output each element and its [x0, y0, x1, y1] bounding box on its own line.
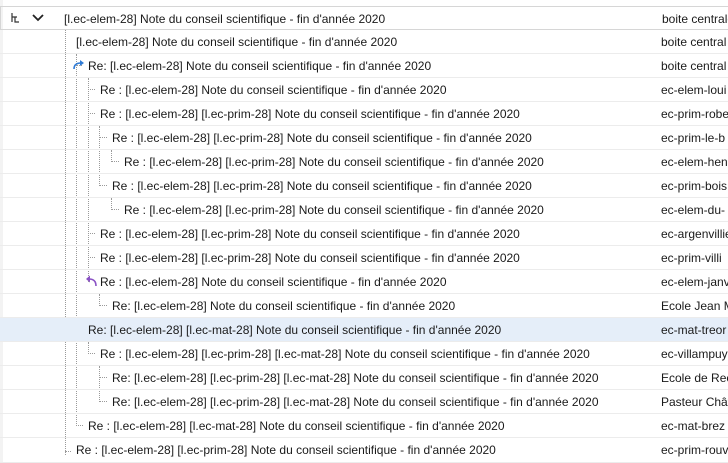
message-correspondent: ec-prim-rouv — [661, 443, 728, 457]
message-correspondent: ec-elem-janv — [661, 275, 728, 289]
thread-row[interactable]: Re : [l.ec-elem-28] Note du conseil scie… — [0, 78, 728, 102]
thread-row[interactable]: Re : [l.ec-elem-28] [l.ec-prim-28] [l.ec… — [0, 342, 728, 366]
message-correspondent: boite central — [661, 35, 727, 49]
thread-row[interactable]: Re : [l.ec-elem-28] [l.ec-prim-28] Note … — [0, 438, 728, 463]
thread-row[interactable]: Re : [l.ec-elem-28] Note du conseil scie… — [0, 270, 728, 294]
message-correspondent: ec-elem-loui — [661, 83, 727, 97]
message-correspondent: ec-elem-hen — [661, 155, 728, 169]
thread-row[interactable]: Re : [l.ec-elem-28] [l.ec-prim-28] Note … — [0, 222, 728, 246]
message-correspondent: ec-prim-robe — [661, 107, 728, 121]
thread-row[interactable]: Re: [l.ec-elem-28] Note du conseil scien… — [0, 54, 728, 78]
thread-row-selected[interactable]: Re: [l.ec-elem-28] [l.ec-mat-28] Note du… — [0, 318, 728, 342]
thread-row[interactable]: [l.ec-elem-28] Note du conseil scientifi… — [0, 6, 728, 30]
thread-row[interactable]: Re: [l.ec-elem-28] Note du conseil scien… — [0, 294, 728, 318]
message-subject: Re : [l.ec-elem-28] [l.ec-prim-28] Note … — [124, 155, 544, 169]
message-correspondent: ec-prim-villi — [661, 251, 722, 265]
thread-row[interactable]: Re : [l.ec-elem-28] [l.ec-prim-28] Note … — [0, 174, 728, 198]
thread-icon[interactable] — [9, 11, 23, 25]
message-correspondent: ec-mat-brez — [661, 419, 726, 433]
message-correspondent: Ecole Jean M — [661, 299, 728, 313]
message-subject: Re : [l.ec-elem-28] [l.ec-mat-28] Note d… — [88, 419, 505, 433]
message-correspondent: ec-prim-le-b — [661, 131, 726, 145]
thread-row[interactable]: Re : [l.ec-elem-28] [l.ec-prim-28] Note … — [0, 198, 728, 222]
message-correspondent: ec-villampuy — [661, 347, 728, 361]
message-subject: Re : [l.ec-elem-28] [l.ec-prim-28] Note … — [112, 179, 532, 193]
message-correspondent: Ecole de Rec — [661, 371, 728, 385]
chevron-down-icon[interactable] — [31, 11, 45, 25]
thread-row[interactable]: Re : [l.ec-elem-28] [l.ec-prim-28] Note … — [0, 150, 728, 174]
thread-row[interactable]: Re: [l.ec-elem-28] [l.ec-prim-28] [l.ec-… — [0, 366, 728, 390]
message-subject: Re : [l.ec-elem-28] [l.ec-prim-28] Note … — [100, 251, 520, 265]
thread-row[interactable]: Re : [l.ec-elem-28] [l.ec-mat-28] Note d… — [0, 414, 728, 438]
message-correspondent: ec-prim-bois — [661, 179, 728, 193]
message-subject: [l.ec-elem-28] Note du conseil scientifi… — [76, 35, 398, 49]
message-subject: [l.ec-elem-28] Note du conseil scientifi… — [64, 12, 386, 26]
message-subject: Re : [l.ec-elem-28] [l.ec-prim-28] Note … — [124, 203, 544, 217]
thread-row[interactable]: Re: [l.ec-elem-28] [l.ec-prim-28] [l.ec-… — [0, 390, 728, 414]
message-correspondent: ec-mat-treor — [661, 323, 727, 337]
message-subject: Re: [l.ec-elem-28] [l.ec-prim-28] [l.ec-… — [112, 395, 599, 409]
message-subject: Re: [l.ec-elem-28] Note du conseil scien… — [88, 59, 432, 73]
message-correspondent: boite centrale — [662, 12, 728, 26]
message-subject: Re: [l.ec-elem-28] [l.ec-mat-28] Note du… — [88, 323, 502, 337]
thread-row[interactable]: Re : [l.ec-elem-28] [l.ec-prim-28] Note … — [0, 102, 728, 126]
forwarded-arrow-icon — [72, 58, 86, 72]
message-correspondent: Pasteur Chât — [661, 395, 728, 409]
message-subject: Re : [l.ec-elem-28] Note du conseil scie… — [100, 275, 447, 289]
replied-arrow-icon — [84, 274, 98, 288]
thread-row[interactable]: Re : [l.ec-elem-28] [l.ec-prim-28] Note … — [0, 126, 728, 150]
message-subject: Re : [l.ec-elem-28] [l.ec-prim-28] Note … — [76, 443, 496, 457]
message-subject: Re: [l.ec-elem-28] [l.ec-prim-28] [l.ec-… — [112, 371, 599, 385]
message-subject: Re : [l.ec-elem-28] [l.ec-prim-28] Note … — [112, 131, 532, 145]
message-correspondent: ec-argenvillie — [661, 227, 728, 241]
message-thread-list: [l.ec-elem-28] Note du conseil scientifi… — [0, 0, 728, 463]
message-subject: Re : [l.ec-elem-28] [l.ec-prim-28] Note … — [100, 107, 520, 121]
message-correspondent: boite central — [661, 59, 727, 73]
thread-row[interactable]: [l.ec-elem-28] Note du conseil scientifi… — [0, 30, 728, 54]
message-subject: Re : [l.ec-elem-28] [l.ec-prim-28] Note … — [100, 227, 520, 241]
message-subject: Re : [l.ec-elem-28] [l.ec-prim-28] [l.ec… — [100, 347, 590, 361]
thread-row[interactable]: Re : [l.ec-elem-28] [l.ec-prim-28] Note … — [0, 246, 728, 270]
message-subject: Re : [l.ec-elem-28] Note du conseil scie… — [100, 83, 447, 97]
message-correspondent: ec-elem-du- — [661, 203, 726, 217]
message-subject: Re: [l.ec-elem-28] Note du conseil scien… — [112, 299, 456, 313]
